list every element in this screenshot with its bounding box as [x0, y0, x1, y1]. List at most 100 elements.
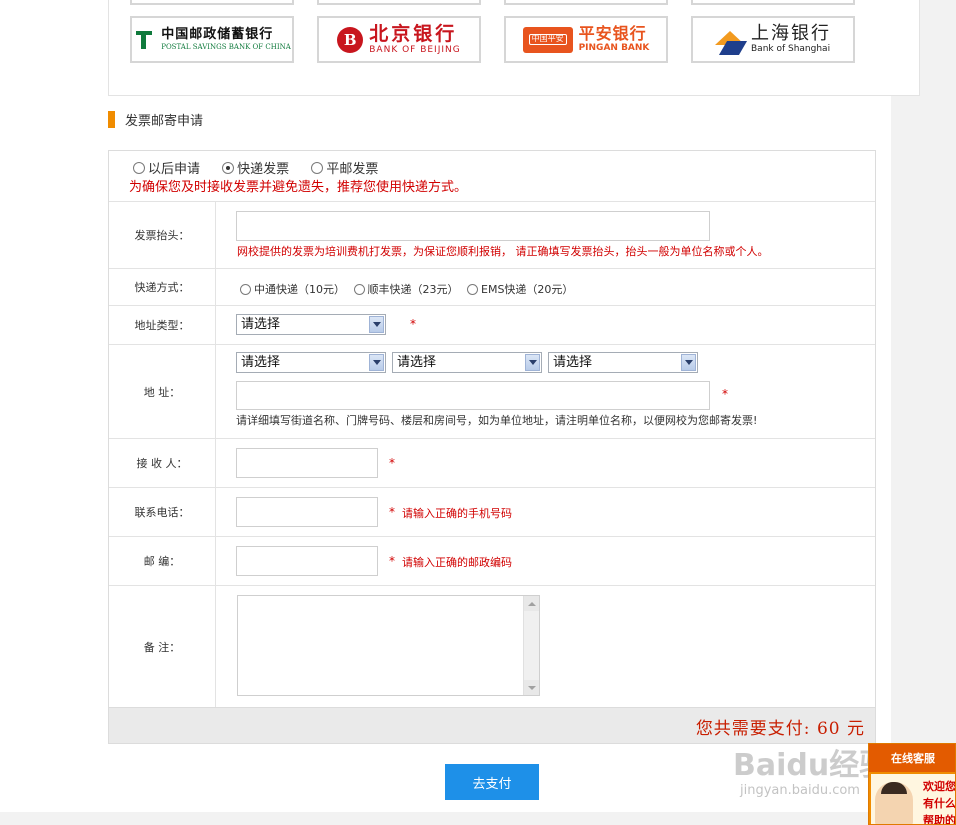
scroll-down-icon[interactable]	[524, 680, 539, 695]
select-value: 请选择	[241, 317, 281, 332]
watermark-logo: Baidu经验	[733, 748, 890, 783]
city-select[interactable]: 请选择	[392, 352, 542, 373]
dropdown-arrow-icon[interactable]	[525, 354, 540, 371]
receiver-row: 接 收 人： *	[109, 439, 875, 488]
service-widget-body: 欢迎您 有什么 帮助的	[871, 774, 956, 825]
radio-sf[interactable]	[353, 283, 365, 295]
pingan-logo-icon: 中国平安	[522, 26, 573, 53]
pingan-badge: 中国平安	[528, 34, 567, 45]
bank-option-pingan[interactable]: 中国平安 平安银行 PINGAN BANK	[504, 16, 668, 63]
bank-name: 北京银行	[369, 22, 458, 45]
dropdown-arrow-icon[interactable]	[681, 354, 696, 371]
address-type-select[interactable]: 请选择	[236, 314, 386, 335]
address-label: 地 址：	[109, 345, 216, 438]
total-unit: 元	[847, 719, 865, 739]
bank-name-en: Bank of Shanghai	[751, 44, 831, 54]
express-options: 中通快递（10元） 顺丰快递（23元） EMS快递（20元）	[240, 281, 578, 298]
remark-row: 备 注：	[109, 586, 875, 707]
express-option-label: EMS快递（20元）	[481, 283, 574, 296]
express-row: 快递方式： 中通快递（10元） 顺丰快递（23元） EMS快递（20元）	[109, 269, 875, 306]
required-mark: *	[410, 317, 416, 331]
total-amount: 您共需要支付: 60 元	[696, 714, 865, 739]
phone-input[interactable]	[236, 497, 378, 527]
service-widget-title: 在线客服	[869, 744, 955, 772]
invoice-form: 以后申请 快递发票 平邮发票 为确保您及时接收发票并避免遗失，推荐您使用快递方式…	[108, 150, 876, 744]
radio-post[interactable]	[311, 161, 324, 174]
bank-name-en: POSTAL SAVINGS BANK OF CHINA	[161, 43, 291, 51]
required-mark: *	[389, 554, 395, 568]
zip-row: 邮 编： * 请输入正确的邮政编码	[109, 537, 875, 586]
invoice-type-label: 快递发票	[237, 162, 290, 177]
remark-textarea[interactable]	[237, 595, 540, 696]
express-label: 快递方式：	[109, 269, 216, 305]
service-line: 帮助的	[923, 814, 956, 825]
address-type-row: 地址类型： 请选择 *	[109, 306, 875, 345]
required-mark: *	[389, 505, 395, 519]
bank-button-partial[interactable]	[504, 0, 668, 5]
bank-button-partial[interactable]	[317, 0, 481, 5]
select-value: 请选择	[241, 355, 281, 370]
invoice-title-hint: 网校提供的发票为培训费机打发票，为保证您顺利报销， 请正确填写发票抬头，抬头一般…	[237, 245, 769, 258]
online-service-widget[interactable]: 在线客服 欢迎您 有什么 帮助的	[868, 743, 956, 825]
scrollbar[interactable]	[523, 596, 539, 695]
bank-panel: 中国邮政储蓄银行 POSTAL SAVINGS BANK OF CHINA B …	[108, 0, 920, 96]
bank-option-psbc[interactable]: 中国邮政储蓄银行 POSTAL SAVINGS BANK OF CHINA	[130, 16, 294, 63]
express-option-zto[interactable]: 中通快递（10元）	[240, 281, 345, 297]
remark-label: 备 注：	[109, 586, 216, 707]
phone-row: 联系电话： * 请输入正确的手机号码	[109, 488, 875, 537]
bank-option-bob[interactable]: B 北京银行 BANK OF BEIJING	[317, 16, 481, 63]
section-title: 发票邮寄申请	[108, 110, 203, 129]
bank-option-bos[interactable]: 上海银行 Bank of Shanghai	[691, 16, 855, 63]
invoice-type-later[interactable]: 以后申请	[133, 158, 200, 177]
bank-button-partial[interactable]	[130, 0, 294, 5]
service-widget-text: 欢迎您 有什么 帮助的	[923, 778, 956, 825]
service-line: 有什么	[923, 797, 956, 810]
zip-input[interactable]	[236, 546, 378, 576]
bank-name: 上海银行	[751, 23, 831, 44]
receiver-input[interactable]	[236, 448, 378, 478]
address-hint: 请详细填写街道名称、门牌号码、楼层和房间号，如为单位地址，请注明单位名称，以便网…	[236, 414, 758, 427]
radio-ems[interactable]	[467, 283, 478, 295]
dropdown-arrow-icon[interactable]	[369, 316, 384, 333]
express-option-label: 中通快递（10元）	[254, 283, 345, 296]
province-select[interactable]: 请选择	[236, 352, 386, 373]
page-background-right	[891, 0, 956, 825]
bank-button-partial[interactable]	[691, 0, 855, 5]
radio-zto[interactable]	[240, 283, 251, 295]
bank-name-en: BANK OF BEIJING	[369, 44, 461, 55]
dropdown-arrow-icon[interactable]	[369, 354, 384, 371]
select-value: 请选择	[397, 355, 437, 370]
address-row: 地 址： 请选择 请选择 请选择 * 请详细填写街道名称、门牌号码、楼层和房间号…	[109, 345, 875, 439]
select-value: 请选择	[553, 355, 593, 370]
service-agent-avatar	[875, 782, 913, 824]
pay-button[interactable]: 去支付	[445, 764, 539, 800]
invoice-type-express[interactable]: 快递发票	[222, 158, 289, 177]
radio-later[interactable]	[133, 161, 145, 174]
invoice-title-input[interactable]	[236, 211, 710, 241]
total-bar: 您共需要支付: 60 元	[109, 707, 875, 743]
phone-hint: 请输入正确的手机号码	[402, 507, 512, 520]
total-label: 您共需要支付:	[695, 719, 811, 739]
address-detail-input[interactable]	[236, 381, 710, 410]
invoice-title-label: 发票抬头：	[109, 202, 216, 268]
invoice-type-label: 以后申请	[148, 162, 201, 177]
district-select[interactable]: 请选择	[548, 352, 698, 373]
scroll-up-icon[interactable]	[524, 596, 539, 611]
zip-hint: 请输入正确的邮政编码	[402, 556, 512, 569]
invoice-type-row: 以后申请 快递发票 平邮发票 为确保您及时接收发票并避免遗失，推荐您使用快递方式…	[109, 151, 875, 202]
invoice-type-post[interactable]: 平邮发票	[311, 158, 378, 177]
bank-name-en: PINGAN BANK	[578, 43, 650, 53]
invoice-type-options: 以后申请 快递发票 平邮发票	[133, 158, 396, 178]
invoice-type-label: 平邮发票	[326, 162, 379, 177]
invoice-title-row: 发票抬头： 网校提供的发票为培训费机打发票，为保证您顺利报销， 请正确填写发票抬…	[109, 202, 875, 269]
total-value: 60	[816, 719, 841, 739]
required-mark: *	[722, 387, 728, 401]
radio-express[interactable]	[222, 161, 235, 174]
required-mark: *	[389, 456, 395, 470]
bank-name: 平安银行	[578, 24, 647, 43]
service-line: 欢迎您	[923, 780, 956, 793]
express-option-ems[interactable]: EMS快递（20元）	[467, 281, 573, 297]
receiver-label: 接 收 人：	[109, 439, 216, 487]
zip-label: 邮 编：	[109, 537, 216, 585]
express-option-sf[interactable]: 顺丰快递（23元）	[353, 281, 459, 297]
